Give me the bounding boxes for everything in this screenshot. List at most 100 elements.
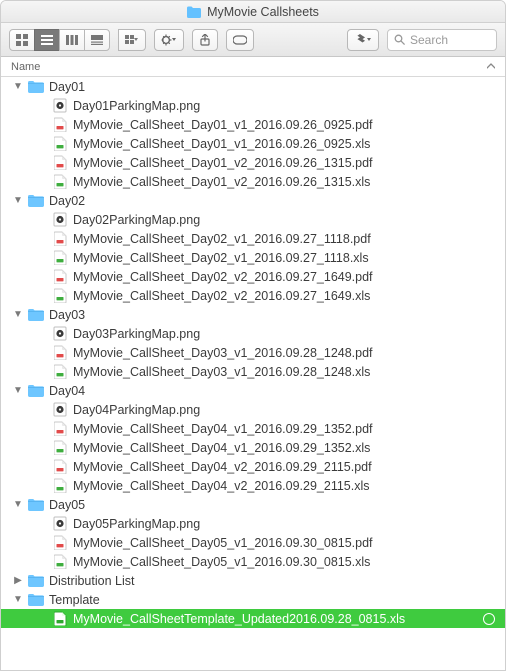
file-row[interactable]: ▶MyMovie_CallSheet_Day03_v1_2016.09.28_1… bbox=[1, 362, 505, 381]
file-row[interactable]: ▶MyMovie_CallSheet_Day02_v1_2016.09.27_1… bbox=[1, 229, 505, 248]
disclosure-triangle-icon[interactable]: ▼ bbox=[13, 385, 23, 396]
folder-icon bbox=[28, 194, 44, 208]
file-row[interactable]: ▶MyMovie_CallSheet_Day02_v1_2016.09.27_1… bbox=[1, 248, 505, 267]
xls-icon bbox=[52, 175, 68, 189]
folder-row[interactable]: ▼Day04 bbox=[1, 381, 505, 400]
sort-chevron-icon bbox=[487, 61, 495, 72]
xls-icon bbox=[52, 251, 68, 265]
file-row[interactable]: ▶MyMovie_CallSheetTemplate_Updated2016.0… bbox=[1, 609, 505, 628]
item-name: Day03 bbox=[49, 308, 85, 322]
arrange-group bbox=[118, 29, 146, 51]
item-name: MyMovie_CallSheet_Day02_v1_2016.09.27_11… bbox=[73, 251, 369, 265]
folder-icon bbox=[28, 308, 44, 322]
item-name: MyMovie_CallSheet_Day04_v2_2016.09.29_21… bbox=[73, 460, 372, 474]
titlebar: MyMovie Callsheets bbox=[1, 1, 505, 23]
dropbox-button[interactable] bbox=[347, 29, 379, 51]
folder-row[interactable]: ▼Day01 bbox=[1, 77, 505, 96]
item-name: Day05 bbox=[49, 498, 85, 512]
pdf-icon bbox=[52, 460, 68, 474]
item-name: MyMovie_CallSheet_Day02_v2_2016.09.27_16… bbox=[73, 289, 370, 303]
folder-icon bbox=[28, 574, 44, 588]
view-list-button[interactable] bbox=[34, 29, 60, 51]
item-name: Day01ParkingMap.png bbox=[73, 99, 200, 113]
file-row[interactable]: ▶MyMovie_CallSheet_Day02_v2_2016.09.27_1… bbox=[1, 267, 505, 286]
pdf-icon bbox=[52, 346, 68, 360]
item-name: Day02ParkingMap.png bbox=[73, 213, 200, 227]
folder-icon bbox=[28, 593, 44, 607]
toolbar: Search bbox=[1, 23, 505, 57]
file-row[interactable]: ▶Day05ParkingMap.png bbox=[1, 514, 505, 533]
item-name: MyMovie_CallSheet_Day01_v1_2016.09.26_09… bbox=[73, 118, 373, 132]
file-row[interactable]: ▶MyMovie_CallSheet_Day04_v1_2016.09.29_1… bbox=[1, 419, 505, 438]
item-name: MyMovie_CallSheet_Day04_v2_2016.09.29_21… bbox=[73, 479, 370, 493]
file-row[interactable]: ▶MyMovie_CallSheet_Day02_v2_2016.09.27_1… bbox=[1, 286, 505, 305]
file-row[interactable]: ▶MyMovie_CallSheet_Day05_v1_2016.09.30_0… bbox=[1, 552, 505, 571]
disclosure-triangle-icon[interactable]: ▼ bbox=[13, 81, 23, 92]
item-name: Day03ParkingMap.png bbox=[73, 327, 200, 341]
column-header[interactable]: Name bbox=[1, 57, 505, 77]
disclosure-triangle-icon[interactable]: ▶ bbox=[13, 575, 23, 586]
file-row[interactable]: ▶Day03ParkingMap.png bbox=[1, 324, 505, 343]
xls-icon bbox=[52, 289, 68, 303]
view-coverflow-button[interactable] bbox=[84, 29, 110, 51]
view-icon-button[interactable] bbox=[9, 29, 35, 51]
file-list[interactable]: ▼Day01▶Day01ParkingMap.png▶MyMovie_CallS… bbox=[1, 77, 505, 670]
xls-icon bbox=[52, 612, 68, 626]
item-name: Day05ParkingMap.png bbox=[73, 517, 200, 531]
item-name: MyMovie_CallSheet_Day01_v1_2016.09.26_09… bbox=[73, 137, 370, 151]
folder-row[interactable]: ▼ Day05 bbox=[1, 495, 505, 514]
file-row[interactable]: ▶MyMovie_CallSheet_Day01_v1_2016.09.26_0… bbox=[1, 115, 505, 134]
file-row[interactable]: ▶MyMovie_CallSheet_Day03_v1_2016.09.28_1… bbox=[1, 343, 505, 362]
file-row[interactable]: ▶Day04ParkingMap.png bbox=[1, 400, 505, 419]
file-row[interactable]: ▶MyMovie_CallSheet_Day05_v1_2016.09.30_0… bbox=[1, 533, 505, 552]
png-icon bbox=[52, 213, 68, 227]
item-name: MyMovie_CallSheet_Day04_v1_2016.09.29_13… bbox=[73, 441, 370, 455]
action-button[interactable] bbox=[154, 29, 184, 51]
share-button[interactable] bbox=[192, 29, 218, 51]
file-row[interactable]: ▶Day02ParkingMap.png bbox=[1, 210, 505, 229]
folder-icon bbox=[28, 80, 44, 94]
item-name: MyMovie_CallSheet_Day05_v1_2016.09.30_08… bbox=[73, 555, 370, 569]
file-row[interactable]: ▶Day01ParkingMap.png bbox=[1, 96, 505, 115]
file-row[interactable]: ▶MyMovie_CallSheet_Day04_v2_2016.09.29_2… bbox=[1, 476, 505, 495]
file-row[interactable]: ▶MyMovie_CallSheet_Day01_v2_2016.09.26_1… bbox=[1, 172, 505, 191]
folder-row[interactable]: ▶ Distribution List bbox=[1, 571, 505, 590]
item-name: Distribution List bbox=[49, 574, 134, 588]
file-row[interactable]: ▶MyMovie_CallSheet_Day01_v2_2016.09.26_1… bbox=[1, 153, 505, 172]
item-name: MyMovie_CallSheet_Day02_v2_2016.09.27_16… bbox=[73, 270, 373, 284]
file-row[interactable]: ▶MyMovie_CallSheet_Day04_v2_2016.09.29_2… bbox=[1, 457, 505, 476]
view-columns-button[interactable] bbox=[59, 29, 85, 51]
file-row[interactable]: ▶MyMovie_CallSheet_Day01_v1_2016.09.26_0… bbox=[1, 134, 505, 153]
finder-window: MyMovie Callsheets bbox=[0, 0, 506, 671]
xls-icon bbox=[52, 479, 68, 493]
item-name: MyMovie_CallSheet_Day03_v1_2016.09.28_12… bbox=[73, 365, 370, 379]
folder-row[interactable]: ▼ Day02 bbox=[1, 191, 505, 210]
item-name: MyMovie_CallSheet_Day01_v2_2016.09.26_13… bbox=[73, 156, 373, 170]
pdf-icon bbox=[52, 536, 68, 550]
item-name: MyMovie_CallSheet_Day04_v1_2016.09.29_13… bbox=[73, 422, 373, 436]
search-input[interactable]: Search bbox=[387, 29, 497, 51]
disclosure-triangle-icon[interactable]: ▼ bbox=[13, 499, 23, 510]
folder-icon bbox=[28, 384, 44, 398]
item-name: MyMovie_CallSheet_Day03_v1_2016.09.28_12… bbox=[73, 346, 373, 360]
folder-icon bbox=[28, 498, 44, 512]
disclosure-triangle-icon[interactable]: ▼ bbox=[13, 195, 23, 206]
item-name: Day02 bbox=[49, 194, 85, 208]
window-title: MyMovie Callsheets bbox=[207, 5, 319, 19]
disclosure-triangle-icon[interactable]: ▼ bbox=[13, 594, 23, 605]
view-mode-group bbox=[9, 29, 110, 51]
item-name: MyMovie_CallSheetTemplate_Updated2016.09… bbox=[73, 612, 405, 626]
file-row[interactable]: ▶MyMovie_CallSheet_Day04_v1_2016.09.29_1… bbox=[1, 438, 505, 457]
pdf-icon bbox=[52, 422, 68, 436]
tags-button[interactable] bbox=[226, 29, 254, 51]
folder-row[interactable]: ▼ Day03 bbox=[1, 305, 505, 324]
item-name: Day04ParkingMap.png bbox=[73, 403, 200, 417]
png-icon bbox=[52, 517, 68, 531]
sync-status-icon bbox=[483, 613, 495, 625]
disclosure-triangle-icon[interactable]: ▼ bbox=[13, 309, 23, 320]
arrange-button[interactable] bbox=[118, 29, 146, 51]
folder-icon bbox=[187, 6, 201, 18]
png-icon bbox=[52, 403, 68, 417]
pdf-icon bbox=[52, 232, 68, 246]
folder-row[interactable]: ▼Template bbox=[1, 590, 505, 609]
